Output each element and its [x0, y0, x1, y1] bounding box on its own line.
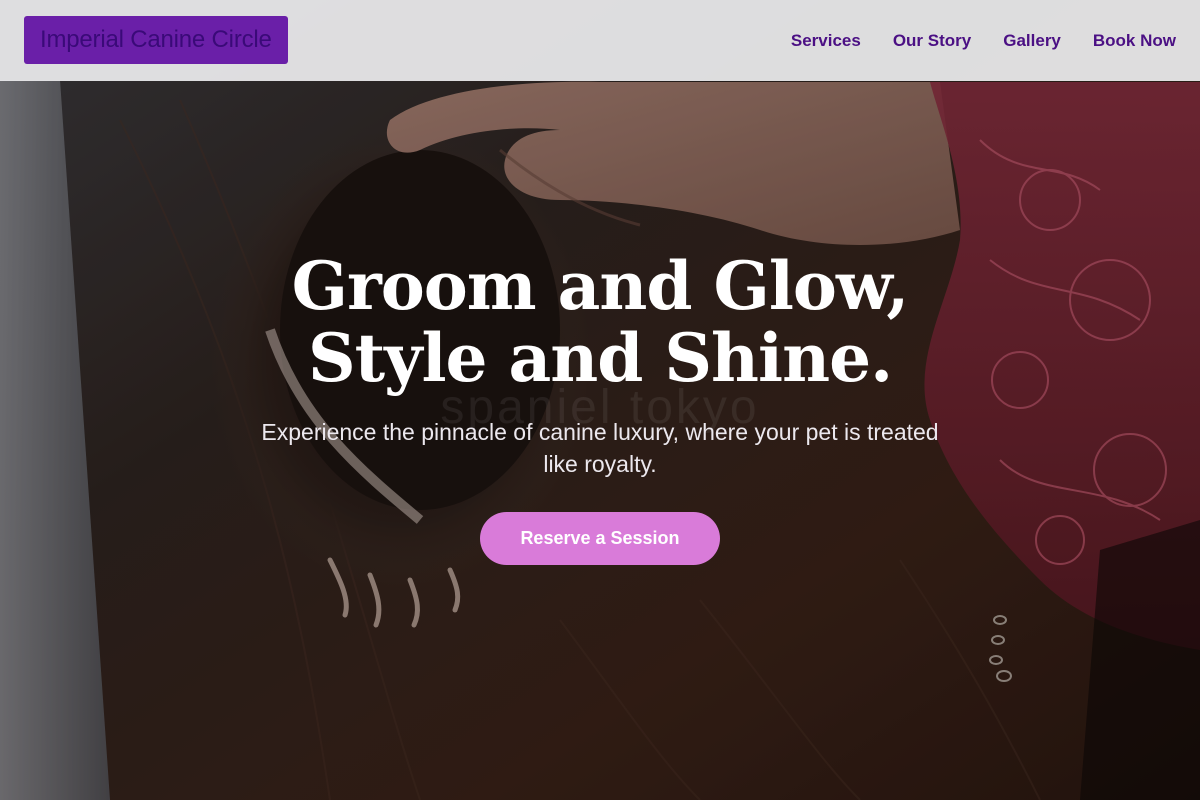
hero-title: Groom and Glow, Style and Shine.: [150, 250, 1050, 394]
main-nav: Services Our Story Gallery Book Now: [791, 0, 1176, 81]
hero-title-line-1: Groom and Glow,: [291, 247, 910, 325]
reserve-session-button[interactable]: Reserve a Session: [480, 512, 720, 565]
brand-logo[interactable]: Imperial Canine Circle: [24, 16, 288, 64]
site-header: Imperial Canine Circle Services Our Stor…: [0, 0, 1200, 81]
landing-page: spaniel tokyo Imperial Canine Circle Ser…: [0, 0, 1200, 800]
nav-link-gallery[interactable]: Gallery: [1003, 31, 1061, 51]
hero-subtitle: Experience the pinnacle of canine luxury…: [261, 419, 939, 477]
nav-link-book-now[interactable]: Book Now: [1093, 31, 1176, 51]
hero-title-line-2: Style and Shine.: [307, 319, 893, 397]
nav-link-our-story[interactable]: Our Story: [893, 31, 971, 51]
nav-link-services[interactable]: Services: [791, 31, 861, 51]
hero-section: Groom and Glow, Style and Shine. Experie…: [0, 250, 1200, 565]
